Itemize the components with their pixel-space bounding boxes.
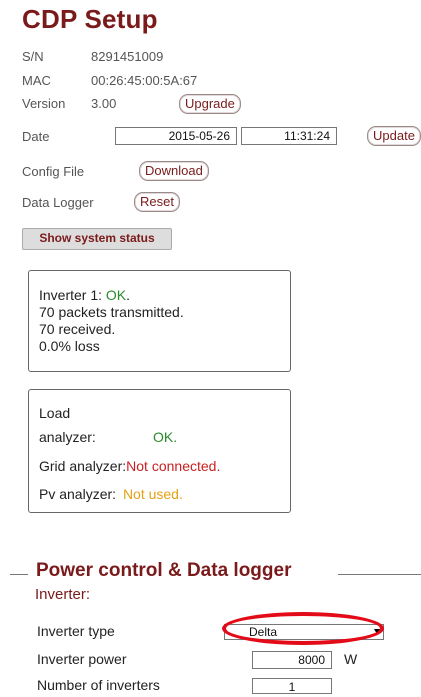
mac-label: MAC <box>22 73 51 88</box>
packet-loss: 0.0% loss <box>39 338 100 354</box>
grid-analyzer-label: Grid analyzer: <box>39 458 127 474</box>
inverter-status-suffix: . <box>126 287 131 303</box>
sn-value: 8291451009 <box>91 49 164 64</box>
highlight-circle <box>222 612 384 645</box>
load-status-text: OK <box>153 429 174 445</box>
fieldset-border-right <box>338 574 421 575</box>
load-analyzer-label-2: analyzer: <box>39 429 96 445</box>
load-analyzer-label-1: Load <box>39 405 71 421</box>
pv-analyzer-label: Pv analyzer: <box>39 486 117 502</box>
reset-button[interactable]: Reset <box>134 192 180 212</box>
grid-analyzer-line: Grid analyzer:Not connected. <box>39 458 220 474</box>
grid-status-dot: . <box>216 458 221 474</box>
analyzer-status-panel: Load analyzer: OK. Grid analyzer:Not con… <box>28 389 291 513</box>
inverter-status-panel: Inverter 1: OK. 70 packets transmitted. … <box>28 270 291 372</box>
date-input[interactable]: 2015-05-26 <box>115 127 237 145</box>
mac-value: 00:26:45:00:5A:67 <box>91 73 198 88</box>
power-unit: W <box>344 651 358 667</box>
time-input[interactable]: 11:31:24 <box>241 127 337 145</box>
download-button[interactable]: Download <box>139 161 209 181</box>
power-control-legend: Power control & Data logger <box>36 560 292 581</box>
number-of-inverters-label: Number of inverters <box>37 677 160 693</box>
inverter-section-label: Inverter: <box>35 586 91 603</box>
packets-received: 70 received. <box>39 321 116 337</box>
version-label: Version <box>22 96 66 111</box>
show-system-status-button[interactable]: Show system status <box>22 228 172 250</box>
load-analyzer-status: OK. <box>153 429 177 445</box>
update-button[interactable]: Update <box>367 126 421 146</box>
inverter-status-prefix: Inverter 1: <box>39 287 106 303</box>
inverter-power-input[interactable]: 8000 <box>252 651 332 669</box>
version-value: 3.00 <box>91 96 117 111</box>
upgrade-button[interactable]: Upgrade <box>179 94 241 114</box>
config-file-label: Config File <box>22 164 85 179</box>
grid-analyzer-status: Not connected <box>126 458 217 474</box>
page-title: CDP Setup <box>22 4 158 34</box>
pv-status-dot: . <box>178 486 183 502</box>
inverter-type-label: Inverter type <box>37 623 115 639</box>
load-status-dot: . <box>173 429 178 445</box>
packets-transmitted: 70 packets transmitted. <box>39 304 184 320</box>
date-label: Date <box>22 129 50 144</box>
fieldset-border-left <box>10 574 28 575</box>
inverter-status-line: Inverter 1: OK. <box>39 287 130 303</box>
pv-analyzer-line: Pv analyzer: Not used. <box>39 486 183 502</box>
inverter-power-label: Inverter power <box>37 651 127 667</box>
pv-analyzer-status: Not used <box>122 486 179 502</box>
inverter-status-ok: OK <box>105 287 127 303</box>
number-of-inverters-input[interactable]: 1 <box>252 678 332 694</box>
data-logger-label: Data Logger <box>22 195 94 210</box>
sn-label: S/N <box>22 49 44 64</box>
